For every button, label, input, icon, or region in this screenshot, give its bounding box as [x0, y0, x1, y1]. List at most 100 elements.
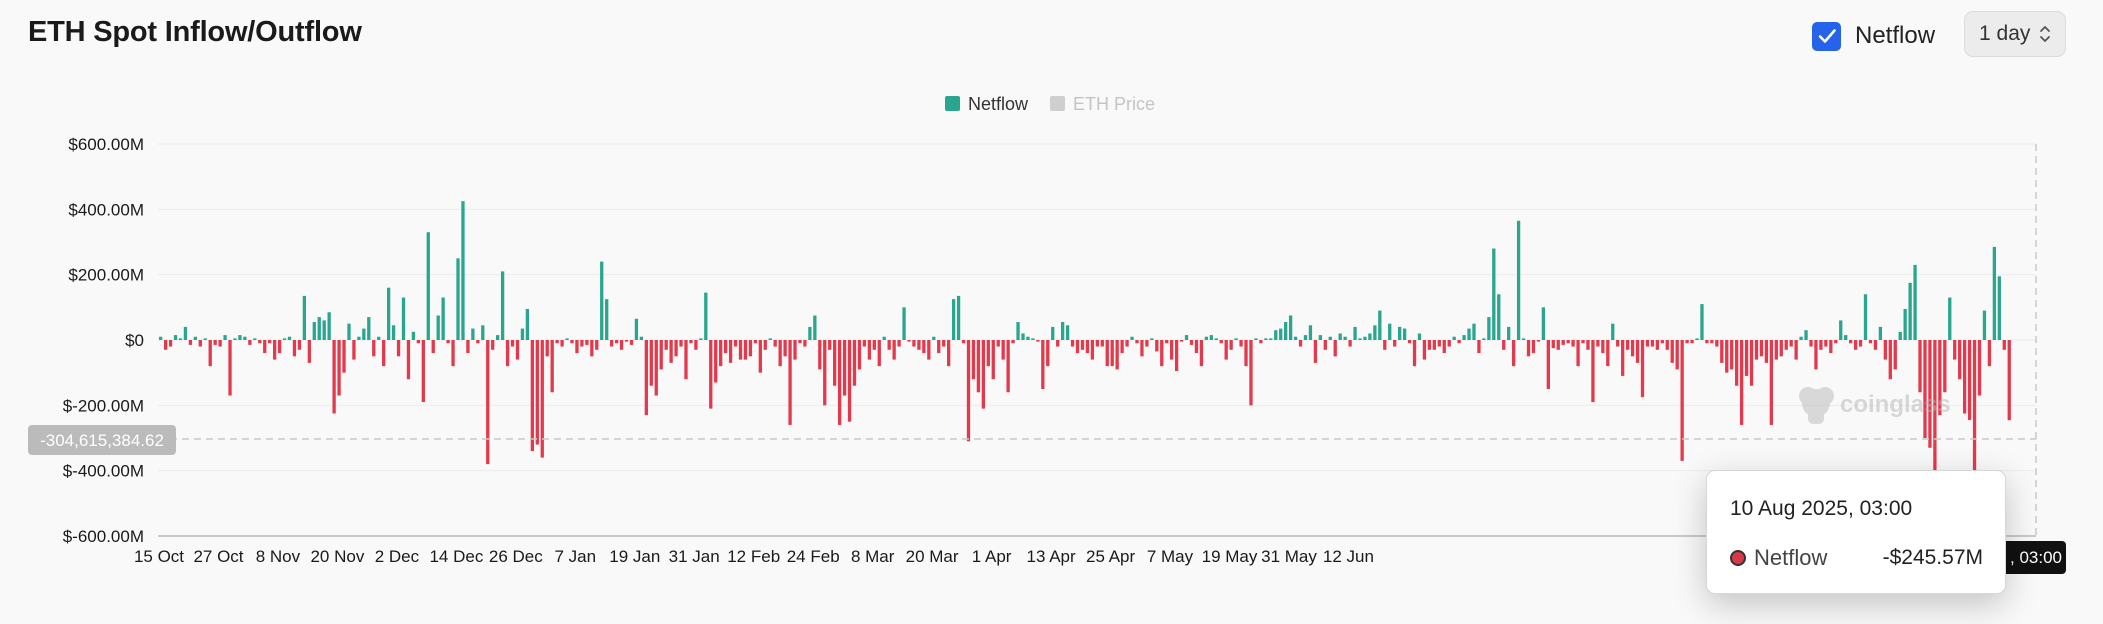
x-tick-label: 31 May: [1261, 547, 1317, 566]
netflow-bar: [1819, 340, 1823, 350]
legend-item-eth-price[interactable]: ETH Price: [1050, 94, 1155, 114]
legend-label-netflow: Netflow: [968, 94, 1029, 114]
netflow-bar: [803, 340, 807, 347]
netflow-bar: [510, 340, 515, 347]
coinglass-watermark: coinglass: [1799, 387, 1951, 424]
netflow-bar: [1953, 340, 1957, 360]
netflow-bar: [1174, 340, 1179, 372]
netflow-bar: [1982, 310, 1987, 340]
netflow-bar: [1868, 340, 1873, 344]
netflow-bar: [634, 318, 639, 340]
netflow-bar: [728, 340, 733, 363]
netflow-bar: [1675, 340, 1679, 370]
netflow-bar: [1036, 340, 1040, 342]
netflow-bar: [877, 340, 881, 367]
netflow-bar: [1794, 340, 1798, 360]
netflow-bar: [1660, 340, 1664, 344]
netflow-bar: [238, 335, 242, 340]
netflow-bar: [1923, 340, 1927, 438]
netflow-bar: [1402, 328, 1407, 340]
netflow-bar: [456, 258, 460, 340]
netflow-bar: [1735, 340, 1739, 386]
netflow-bar: [1893, 340, 1897, 370]
netflow-bar: [793, 340, 797, 360]
netflow-bar: [391, 325, 396, 340]
netflow-bar: [654, 340, 658, 396]
netflow-bar: [193, 336, 197, 340]
netflow-bar: [505, 340, 510, 367]
netflow-bar: [1378, 310, 1382, 340]
coinglass-logo-icon: [1799, 387, 1834, 424]
netflow-bar: [1323, 340, 1327, 350]
netflow-bar: [778, 340, 782, 367]
netflow-bar: [1566, 340, 1570, 344]
netflow-bar: [1586, 340, 1590, 350]
x-tick-label: 12 Feb: [727, 547, 780, 566]
chart-legend[interactable]: Netflow ETH Price: [945, 94, 1155, 114]
netflow-bar: [1001, 340, 1005, 360]
netflow-bar: [1105, 340, 1109, 367]
netflow-bar: [733, 340, 738, 347]
netflow-bar: [600, 261, 604, 340]
netflow-bar: [1769, 340, 1773, 425]
netflow-bar: [431, 340, 435, 354]
netflow-bar: [1234, 338, 1238, 340]
netflow-bar: [862, 340, 867, 347]
netflow-bar: [917, 340, 921, 350]
legend-item-netflow[interactable]: Netflow: [945, 94, 1029, 114]
netflow-bar: [208, 340, 212, 367]
netflow-bar: [644, 340, 648, 416]
netflow-bar: [411, 331, 416, 340]
netflow-bar: [277, 340, 282, 354]
netflow-bar: [1511, 340, 1516, 367]
netflow-bar: [590, 340, 594, 357]
netflow-bar: [500, 271, 505, 340]
netflow-bar: [1219, 340, 1223, 344]
netflow-bar: [1125, 340, 1129, 347]
y-axis: $600.00M $400.00M $200.00M $0 $-200.00M $-400…: [63, 135, 144, 546]
netflow-bar: [1883, 340, 1887, 360]
netflow-bar: [1601, 340, 1605, 354]
netflow-bar: [798, 340, 802, 344]
netflow-bar: [570, 340, 574, 344]
netflow-bar: [1720, 340, 1724, 363]
netflow-bar: [515, 340, 520, 360]
netflow-bar: [1115, 340, 1119, 370]
netflow-bar: [1526, 340, 1531, 357]
crosshair-y-readout: -304,615,384.62: [28, 425, 176, 455]
netflow-bar: [337, 340, 341, 396]
netflow-bar: [679, 340, 683, 347]
netflow-bar: [386, 287, 391, 340]
netflow-bar: [823, 340, 827, 406]
netflow-bar: [461, 201, 465, 340]
netflow-bar: [243, 336, 247, 340]
netflow-bar: [1368, 333, 1372, 340]
netflow-bar: [223, 335, 227, 340]
netflow-bar: [951, 299, 956, 340]
netflow-bar: [743, 340, 748, 360]
netflow-bar: [1417, 333, 1422, 340]
netflow-bar: [1764, 340, 1769, 363]
netflow-bar: [1021, 333, 1025, 340]
netflow-bar: [758, 340, 762, 373]
netflow-bar: [1462, 335, 1466, 340]
netflow-bar: [178, 338, 183, 340]
netflow-bar: [1972, 340, 1977, 471]
netflow-bar: [867, 340, 872, 360]
netflow-bar: [1075, 340, 1080, 354]
netflow-bar: [684, 340, 688, 380]
netflow-bar: [1903, 308, 1907, 340]
netflow-bar: [1184, 335, 1189, 340]
netflow-bar: [1199, 340, 1204, 367]
netflow-bar: [1303, 335, 1308, 340]
netflow-bar: [738, 340, 743, 360]
netflow-bar: [1744, 340, 1749, 376]
netflow-bar: [1962, 340, 1967, 414]
netflow-bar: [1700, 304, 1704, 340]
netflow-bar: [1690, 340, 1694, 344]
netflow-bar: [1521, 338, 1526, 340]
netflow-bar: [1630, 340, 1635, 357]
x-tick-label: 31 Jan: [669, 547, 720, 566]
netflow-bar: [203, 338, 207, 340]
netflow-bar: [763, 340, 767, 350]
